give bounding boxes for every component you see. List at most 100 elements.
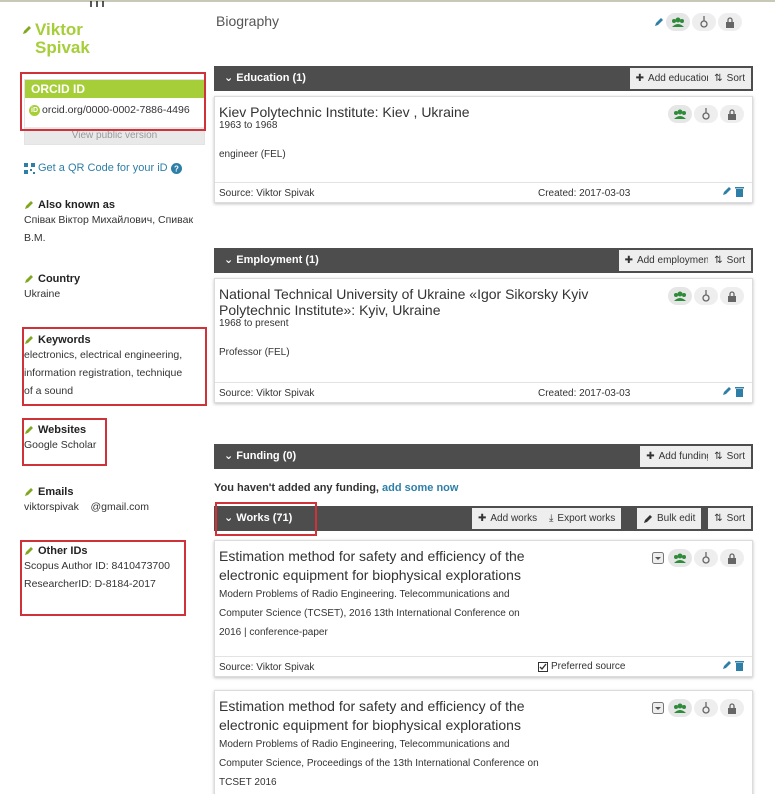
expand-icon[interactable] xyxy=(650,550,666,566)
sort-icon: ⇅ xyxy=(714,451,723,462)
sort-employment-button[interactable]: ⇅ Sort xyxy=(708,250,751,271)
trash-icon[interactable] xyxy=(735,186,744,197)
add-funding-link[interactable]: add some now xyxy=(382,482,458,494)
google-scholar-link[interactable]: Google Scholar xyxy=(24,436,96,454)
funding-bar: ⌄ Funding (0) ✚ Add funding ⇅ Sort xyxy=(214,444,753,469)
sort-icon: ⇅ xyxy=(714,255,723,266)
everyone-visibility-icon[interactable] xyxy=(668,699,692,717)
work-meta-line1: Modern Problems of Radio Engineering, Te… xyxy=(219,739,510,750)
pencil-icon[interactable] xyxy=(24,425,34,435)
sort-label: Sort xyxy=(726,255,745,266)
trusted-visibility-icon[interactable] xyxy=(694,105,718,123)
also-known-line1: Співак Віктор Михайлович, Спивак xyxy=(24,214,194,226)
trash-icon[interactable] xyxy=(735,386,744,397)
sort-education-button[interactable]: ⇅ Sort xyxy=(708,68,751,89)
preferred-source: Preferred source xyxy=(538,661,625,672)
funding-empty-message: You haven't added any funding, add some … xyxy=(214,482,458,494)
qr-code-icon xyxy=(24,162,35,174)
expand-icon[interactable] xyxy=(650,700,666,716)
websites-section: Websites Google Scholar xyxy=(24,424,96,454)
work-title-line2: electronic equipment for biophysical exp… xyxy=(219,717,521,733)
edit-icon[interactable] xyxy=(722,660,732,670)
add-funding-label: Add funding xyxy=(658,451,712,462)
keywords-line3: of a sound xyxy=(24,385,74,397)
sort-works-button[interactable]: ⇅ Sort xyxy=(708,508,751,529)
add-employment-button[interactable]: ✚ Add employment xyxy=(618,250,718,271)
sort-icon: ⇅ xyxy=(714,513,723,524)
work-title-line1: Estimation method for safety and efficie… xyxy=(219,698,525,714)
emails-label: Emails xyxy=(38,486,74,498)
bulk-edit-button[interactable]: Bulk edit xyxy=(637,508,702,529)
other-ids-label: Other IDs xyxy=(38,545,88,557)
scopus-id-link[interactable]: Scopus Author ID: 8410473700 xyxy=(24,557,170,575)
checkbox-checked-icon xyxy=(538,661,548,672)
trusted-visibility-icon[interactable] xyxy=(692,13,716,31)
pencil-icon[interactable] xyxy=(24,335,34,345)
add-works-label: Add works xyxy=(490,513,538,524)
pencil-icon[interactable] xyxy=(24,487,34,497)
profile-name: Viktor Spivak xyxy=(22,21,90,57)
add-employment-label: Add employment xyxy=(636,255,712,266)
top-border xyxy=(0,0,775,2)
preferred-source-label: Preferred source xyxy=(551,661,626,672)
everyone-visibility-icon[interactable] xyxy=(668,549,692,567)
bulk-edit-label: Bulk edit xyxy=(657,513,696,524)
trash-icon[interactable] xyxy=(735,660,744,671)
qr-code-link[interactable]: Get a QR Code for your iD ? xyxy=(24,162,182,174)
education-toggle[interactable]: ⌄ Education (1) xyxy=(224,71,306,84)
sort-label: Sort xyxy=(726,451,745,462)
add-works-button[interactable]: ✚ Add works xyxy=(472,508,544,529)
biography-visibility xyxy=(654,13,742,31)
employment-bar: ⌄ Employment (1) ✚ Add employment ⇅ Sort xyxy=(214,248,753,273)
private-visibility-icon[interactable] xyxy=(720,699,744,717)
everyone-visibility-icon[interactable] xyxy=(668,287,692,305)
cursor-icon xyxy=(87,0,107,8)
country-label: Country xyxy=(38,273,81,285)
trusted-visibility-icon[interactable] xyxy=(694,699,718,717)
edit-icon[interactable] xyxy=(722,186,732,196)
work-footer: Source: Viktor Spivak Preferred source xyxy=(215,656,752,676)
employment-card: National Technical University of Ukraine… xyxy=(214,278,753,403)
add-education-button[interactable]: ✚ Add education xyxy=(629,68,718,89)
private-visibility-icon[interactable] xyxy=(720,549,744,567)
add-funding-button[interactable]: ✚ Add funding xyxy=(640,446,718,467)
pencil-icon[interactable] xyxy=(24,274,34,284)
works-toggle[interactable]: ⌄ Works (71) xyxy=(224,511,292,524)
everyone-visibility-icon[interactable] xyxy=(666,13,690,31)
education-title: Education (1) xyxy=(236,72,306,84)
researcher-id-link[interactable]: ResearcherID: D-8184-2017 xyxy=(24,575,170,593)
websites-label: Websites xyxy=(38,424,87,436)
works-title: Works (71) xyxy=(236,512,293,524)
work-title-line1: Estimation method for safety and efficie… xyxy=(219,548,525,564)
orcid-id-box: ORCID ID iD orcid.org/0000-0002-7886-449… xyxy=(24,79,205,145)
trusted-visibility-icon[interactable] xyxy=(694,287,718,305)
work-card: Estimation method for safety and efficie… xyxy=(214,690,753,794)
keywords-line1: electronics, electrical engineering, xyxy=(24,349,183,361)
edit-icon[interactable] xyxy=(722,386,732,396)
emails-section: Emails viktorspivak @gmail.com xyxy=(24,486,149,516)
trusted-visibility-icon[interactable] xyxy=(694,549,718,567)
view-public-version-button[interactable]: View public version xyxy=(25,127,204,144)
employment-source: Source: Viktor Spivak xyxy=(219,388,315,399)
pencil-icon[interactable] xyxy=(24,546,34,556)
employment-toggle[interactable]: ⌄ Employment (1) xyxy=(224,253,319,266)
biography-title: Biography xyxy=(216,13,280,29)
funding-toggle[interactable]: ⌄ Funding (0) xyxy=(224,449,296,462)
education-footer: Source: Viktor Spivak Created: 2017-03-0… xyxy=(215,182,752,202)
pencil-icon[interactable] xyxy=(22,25,32,35)
everyone-visibility-icon[interactable] xyxy=(668,105,692,123)
export-works-button[interactable]: ⤓ Export works xyxy=(543,508,622,529)
work-meta-line3: TCSET 2016 xyxy=(219,777,277,788)
name-first: Viktor xyxy=(35,20,83,39)
sort-funding-button[interactable]: ⇅ Sort xyxy=(708,446,751,467)
private-visibility-icon[interactable] xyxy=(720,105,744,123)
private-visibility-icon[interactable] xyxy=(718,13,742,31)
employment-dates: 1968 to present xyxy=(219,318,289,329)
private-visibility-icon[interactable] xyxy=(720,287,744,305)
export-works-label: Export works xyxy=(557,513,616,524)
pencil-icon[interactable] xyxy=(24,200,34,210)
help-icon[interactable]: ? xyxy=(170,162,182,174)
pencil-icon[interactable] xyxy=(654,17,664,27)
employment-footer: Source: Viktor Spivak Created: 2017-03-0… xyxy=(215,382,752,402)
email-value: viktorspivak @gmail.com xyxy=(24,501,150,513)
